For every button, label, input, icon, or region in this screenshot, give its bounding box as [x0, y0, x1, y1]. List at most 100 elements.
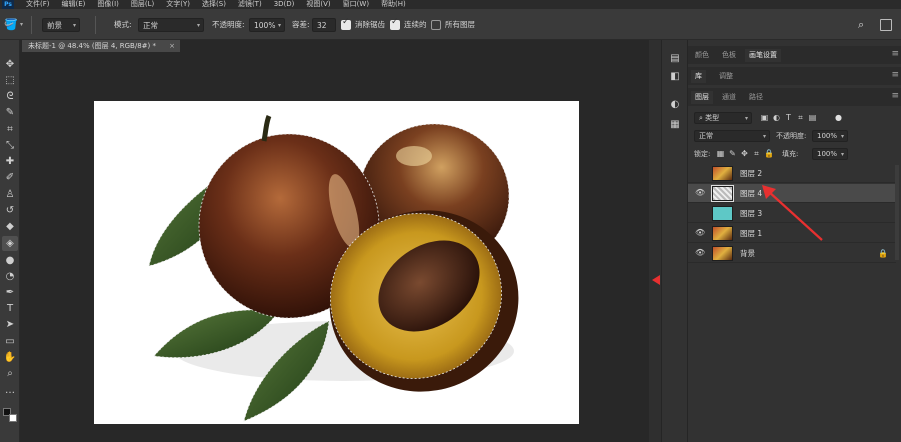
tab-color[interactable]: 颜色	[691, 49, 713, 62]
document-tab[interactable]: 未标题-1 @ 48.4% (图层 4, RGB/8#) * ×	[22, 40, 180, 52]
libraries-panel-icon[interactable]: ▦	[668, 118, 682, 132]
brush-icon[interactable]: ✐	[2, 170, 18, 185]
background-color-swatch[interactable]	[9, 414, 17, 422]
menu-select[interactable]: 选择(S)	[202, 0, 226, 9]
pen-icon[interactable]: ✒	[2, 285, 18, 300]
panel-icon-column: ▤ ◧ ◐ ▦	[661, 40, 687, 442]
quick-select-icon[interactable]: ✎	[2, 105, 18, 120]
adjustments-panel-icon[interactable]: ◐	[668, 98, 682, 112]
antialias-checkbox[interactable]	[341, 17, 351, 30]
zoom-icon[interactable]: ⌕	[2, 366, 18, 381]
filter-kind-select[interactable]: ⌕ 类型 ▾	[694, 112, 752, 124]
menu-file[interactable]: 文件(F)	[26, 0, 50, 9]
mode-select[interactable]: 正常 ▾	[138, 18, 204, 32]
tool-preset-chevron-icon[interactable]: ▾	[20, 18, 23, 32]
panel-collapse-strip[interactable]	[649, 40, 661, 442]
fill-input[interactable]: 100% ▾	[812, 148, 848, 160]
type-filter-icon[interactable]: T	[784, 113, 793, 123]
close-icon[interactable]: ×	[169, 40, 175, 52]
eye-icon[interactable]: 👁	[695, 228, 705, 238]
menu-view[interactable]: 视图(V)	[306, 0, 330, 9]
eye-icon[interactable]: 👁	[695, 188, 705, 198]
layer-row-layer-2[interactable]: 图层 2	[688, 164, 896, 183]
path-select-icon[interactable]: ➤	[2, 317, 18, 332]
workspace-icon[interactable]	[880, 19, 892, 31]
filter-toggle-icon[interactable]: ●	[834, 113, 843, 123]
lock-position-icon[interactable]: ✥	[740, 149, 749, 159]
tab-libraries[interactable]: 库	[691, 70, 706, 83]
lock-pixels-icon[interactable]: ✎	[728, 149, 737, 159]
tab-adjustments[interactable]: 调整	[715, 70, 737, 83]
layer-opacity-input[interactable]: 100% ▾	[812, 130, 848, 142]
marquee-icon[interactable]: ⬚	[2, 73, 18, 88]
menu-layer[interactable]: 图层(L)	[131, 0, 154, 9]
tolerance-input[interactable]: 32	[312, 18, 336, 32]
layer-name[interactable]: 图层 2	[740, 164, 762, 183]
pixel-filter-icon[interactable]: ▣	[760, 113, 769, 123]
blend-mode-select[interactable]: 正常 ▾	[694, 130, 770, 142]
menu-help[interactable]: 帮助(H)	[381, 0, 406, 9]
lasso-icon[interactable]: ᘓ	[2, 89, 18, 104]
paint-bucket-icon[interactable]: ◈	[2, 236, 18, 251]
paint-bucket-tool-icon[interactable]: 🪣	[4, 18, 18, 32]
fill-label: 填充:	[782, 150, 799, 158]
layer-thumbnail	[712, 226, 733, 241]
panel-menu-icon[interactable]: ≡	[891, 91, 899, 102]
layer-name[interactable]: 图层 1	[740, 224, 762, 243]
tab-layers[interactable]: 图层	[691, 91, 713, 104]
adjustment-filter-icon[interactable]: ◐	[772, 113, 781, 123]
panel-menu-icon[interactable]: ≡	[891, 70, 899, 81]
eye-icon[interactable]: 👁	[695, 248, 705, 258]
search-icon[interactable]: ⌕	[858, 18, 864, 32]
menu-edit[interactable]: 编辑(E)	[62, 0, 86, 9]
panel-menu-icon[interactable]: ≡	[891, 49, 899, 60]
fill-source-select[interactable]: 前景 ▾	[42, 18, 80, 32]
tab-channels[interactable]: 通道	[718, 91, 740, 104]
shape-icon[interactable]: ▭	[2, 334, 18, 349]
expand-arrow-icon[interactable]	[652, 275, 660, 285]
stamp-icon[interactable]: ♙	[2, 187, 18, 202]
lock-all-icon[interactable]: 🔒	[764, 149, 774, 159]
smart-object-filter-icon[interactable]: ▤	[808, 113, 817, 123]
lock-transparent-icon[interactable]: ▦	[716, 149, 725, 159]
healing-icon[interactable]: ✚	[2, 154, 18, 169]
shape-filter-icon[interactable]: ⌗	[796, 113, 805, 123]
menu-3d[interactable]: 3D(D)	[274, 0, 295, 9]
contiguous-checkbox[interactable]	[390, 17, 400, 30]
menu-image[interactable]: 图像(I)	[97, 0, 119, 9]
menu-window[interactable]: 窗口(W)	[343, 0, 369, 9]
blend-mode-value: 正常	[699, 132, 713, 140]
fill-value: 100%	[817, 150, 838, 158]
properties-panel-icon[interactable]: ◧	[668, 70, 682, 84]
all-layers-checkbox[interactable]	[431, 20, 441, 30]
lock-artboard-icon[interactable]: ⌗	[752, 149, 761, 159]
plum-artwork	[148, 115, 519, 422]
layer-name[interactable]: 图层 3	[740, 204, 762, 223]
layers-scrollbar[interactable]	[895, 165, 899, 260]
layer-name[interactable]: 图层 4	[740, 184, 762, 203]
lock-row: 锁定: ▦ ✎ ✥ ⌗ 🔒 填充: 100% ▾	[688, 148, 901, 160]
visibility-off-icon[interactable]	[695, 208, 705, 218]
history-brush-icon[interactable]: ↺	[2, 203, 18, 218]
blur-icon[interactable]: ●	[2, 253, 18, 268]
document-canvas[interactable]	[94, 101, 579, 424]
move-icon[interactable]: ✥	[2, 57, 18, 72]
layer-thumbnail	[712, 166, 733, 181]
opacity-input[interactable]: 100% ▾	[249, 18, 285, 32]
type-icon[interactable]: T	[2, 301, 18, 316]
menu-type[interactable]: 文字(Y)	[166, 0, 190, 9]
menu-filter[interactable]: 滤镜(T)	[238, 0, 262, 9]
eraser-icon[interactable]: ◆	[2, 219, 18, 234]
more-icon[interactable]: …	[2, 383, 18, 398]
crop-icon[interactable]: ⌗	[2, 122, 18, 137]
hand-icon[interactable]: ✋	[2, 350, 18, 365]
tab-brush-settings[interactable]: 画笔设置	[745, 49, 781, 62]
tab-swatches[interactable]: 色板	[718, 49, 740, 62]
layer-name[interactable]: 背景	[740, 244, 755, 263]
eyedropper-icon[interactable]: ⤡	[2, 138, 18, 153]
dodge-icon[interactable]: ◔	[2, 269, 18, 284]
history-panel-icon[interactable]: ▤	[668, 52, 682, 66]
visibility-off-icon[interactable]	[695, 168, 705, 178]
chevron-down-icon: ▾	[196, 22, 200, 29]
tab-paths[interactable]: 路径	[745, 91, 767, 104]
